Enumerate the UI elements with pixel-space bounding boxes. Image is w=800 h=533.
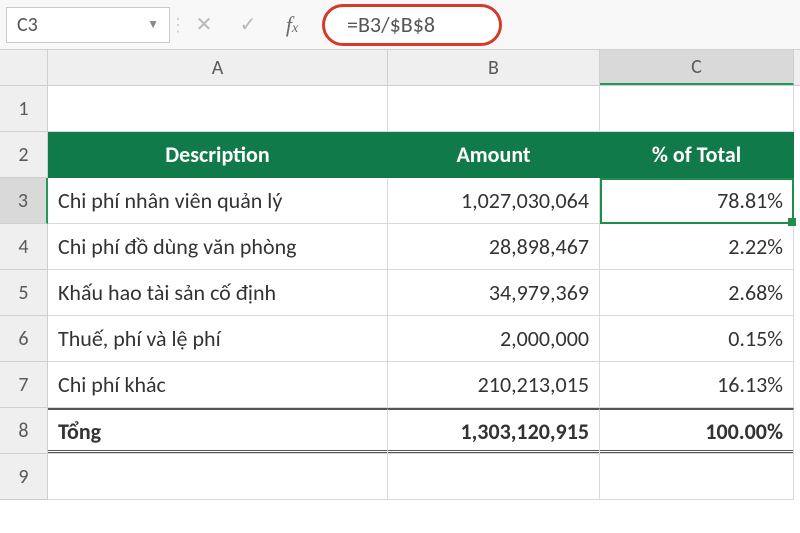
- cell-text: 100.00%: [705, 418, 783, 445]
- cell-A6[interactable]: Thuế, phí và lệ phí: [48, 316, 388, 362]
- cell-text: Thuế, phí và lệ phí: [58, 325, 221, 352]
- row-4: 4 Chi phí đồ dùng văn phòng 28,898,467 2…: [0, 224, 800, 270]
- cancel-icon[interactable]: ✕: [184, 7, 224, 43]
- header-amount: Amount: [456, 141, 530, 168]
- row-9: 9: [0, 454, 800, 500]
- cell-C9[interactable]: [600, 454, 794, 500]
- row-label: 2: [18, 143, 28, 167]
- cell-C5[interactable]: 2.68%: [600, 270, 794, 316]
- name-box-value: C3: [17, 13, 38, 37]
- row-2: 2 Description Amount % of Total: [0, 132, 800, 178]
- cell-A3[interactable]: Chi phí nhân viên quản lý: [48, 178, 388, 224]
- cell-text: Chi phí nhân viên quản lý: [58, 187, 282, 214]
- cell-B1[interactable]: [388, 86, 600, 132]
- row-5: 5 Khấu hao tài sản cố định 34,979,369 2.…: [0, 270, 800, 316]
- formula-text: =B3/$B$8: [347, 11, 435, 38]
- row-header-1[interactable]: 1: [0, 86, 48, 132]
- row-header-6[interactable]: 6: [0, 316, 48, 362]
- formula-input-wrap: =B3/$B$8: [322, 4, 502, 46]
- cell-text: 28,898,467: [489, 233, 589, 260]
- cell-B2[interactable]: Amount: [388, 132, 600, 178]
- cell-B4[interactable]: 28,898,467: [388, 224, 600, 270]
- header-pct: % of Total: [652, 141, 741, 168]
- row-8: 8 Tổng 1,303,120,915 100.00%: [0, 408, 800, 454]
- row-header-5[interactable]: 5: [0, 270, 48, 316]
- cell-C4[interactable]: 2.22%: [600, 224, 794, 270]
- row-label: 6: [18, 327, 28, 351]
- row-label: 7: [18, 373, 28, 397]
- cell-B7[interactable]: 210,213,015: [388, 362, 600, 408]
- header-desc: Description: [165, 141, 269, 168]
- cell-B6[interactable]: 2,000,000: [388, 316, 600, 362]
- col-header-A[interactable]: A: [48, 50, 388, 85]
- cell-B5[interactable]: 34,979,369: [388, 270, 600, 316]
- row-6: 6 Thuế, phí và lệ phí 2,000,000 0.15%: [0, 316, 800, 362]
- row-label: 8: [18, 419, 28, 443]
- row-label: 4: [18, 235, 28, 259]
- cell-text: Tổng: [58, 418, 101, 445]
- cell-A8[interactable]: Tổng: [48, 408, 388, 454]
- cell-A7[interactable]: Chi phí khác: [48, 362, 388, 408]
- cell-text: 1,303,120,915: [460, 418, 589, 445]
- cell-text: Chi phí đồ dùng văn phòng: [58, 233, 297, 260]
- cell-A1[interactable]: [48, 86, 388, 132]
- row-label: 9: [18, 465, 28, 489]
- col-header-C[interactable]: C: [600, 50, 794, 85]
- cell-C1[interactable]: [600, 86, 794, 132]
- row-header-8[interactable]: 8: [0, 408, 48, 454]
- row-label: 3: [18, 189, 28, 213]
- check-icon[interactable]: ✓: [228, 7, 268, 43]
- cell-B8[interactable]: 1,303,120,915: [388, 408, 600, 454]
- spreadsheet-grid: A B C 1 2 Description Amount % of Total …: [0, 50, 800, 500]
- row-label: 5: [18, 281, 28, 305]
- cell-text: 78.81%: [717, 187, 783, 214]
- row-header-3[interactable]: 3: [0, 178, 48, 224]
- cell-A2[interactable]: Description: [48, 132, 388, 178]
- row-3: 3 Chi phí nhân viên quản lý 1,027,030,06…: [0, 178, 800, 224]
- row-header-4[interactable]: 4: [0, 224, 48, 270]
- cell-text: 2.68%: [728, 279, 783, 306]
- cell-text: 0.15%: [728, 325, 783, 352]
- cell-text: Khấu hao tài sản cố định: [58, 279, 276, 306]
- row-header-9[interactable]: 9: [0, 454, 48, 500]
- cell-C7[interactable]: 16.13%: [600, 362, 794, 408]
- cell-A4[interactable]: Chi phí đồ dùng văn phòng: [48, 224, 388, 270]
- formula-input[interactable]: =B3/$B$8: [322, 4, 502, 46]
- cell-B3[interactable]: 1,027,030,064: [388, 178, 600, 224]
- cell-text: 34,979,369: [489, 279, 589, 306]
- cell-A5[interactable]: Khấu hao tài sản cố định: [48, 270, 388, 316]
- fx-icon[interactable]: fx: [272, 7, 312, 43]
- col-label: B: [488, 56, 499, 80]
- cell-text: 1,027,030,064: [461, 187, 589, 214]
- column-headers: A B C: [0, 50, 800, 86]
- row-header-7[interactable]: 7: [0, 362, 48, 408]
- cell-C8[interactable]: 100.00%: [600, 408, 794, 454]
- cell-C3[interactable]: 78.81%: [600, 178, 794, 224]
- cell-text: 2.22%: [728, 233, 783, 260]
- col-label: C: [691, 55, 702, 79]
- cell-C2[interactable]: % of Total: [600, 132, 794, 178]
- select-all-corner[interactable]: [0, 50, 48, 85]
- col-header-B[interactable]: B: [388, 50, 600, 85]
- cell-text: 210,213,015: [478, 371, 589, 398]
- row-7: 7 Chi phí khác 210,213,015 16.13%: [0, 362, 800, 408]
- cell-A9[interactable]: [48, 454, 388, 500]
- col-label: A: [212, 56, 224, 80]
- divider-icon: ⋮: [174, 12, 180, 38]
- row-header-2[interactable]: 2: [0, 132, 48, 178]
- cell-C6[interactable]: 0.15%: [600, 316, 794, 362]
- cell-text: 2,000,000: [500, 325, 589, 352]
- row-label: 1: [18, 97, 28, 121]
- cell-text: 16.13%: [717, 371, 783, 398]
- cell-B9[interactable]: [388, 454, 600, 500]
- formula-bar: C3 ▼ ⋮ ✕ ✓ fx =B3/$B$8: [0, 0, 800, 50]
- name-box[interactable]: C3 ▼: [6, 7, 170, 43]
- chevron-down-icon: ▼: [147, 17, 159, 32]
- cell-text: Chi phí khác: [58, 371, 166, 398]
- row-1: 1: [0, 86, 800, 132]
